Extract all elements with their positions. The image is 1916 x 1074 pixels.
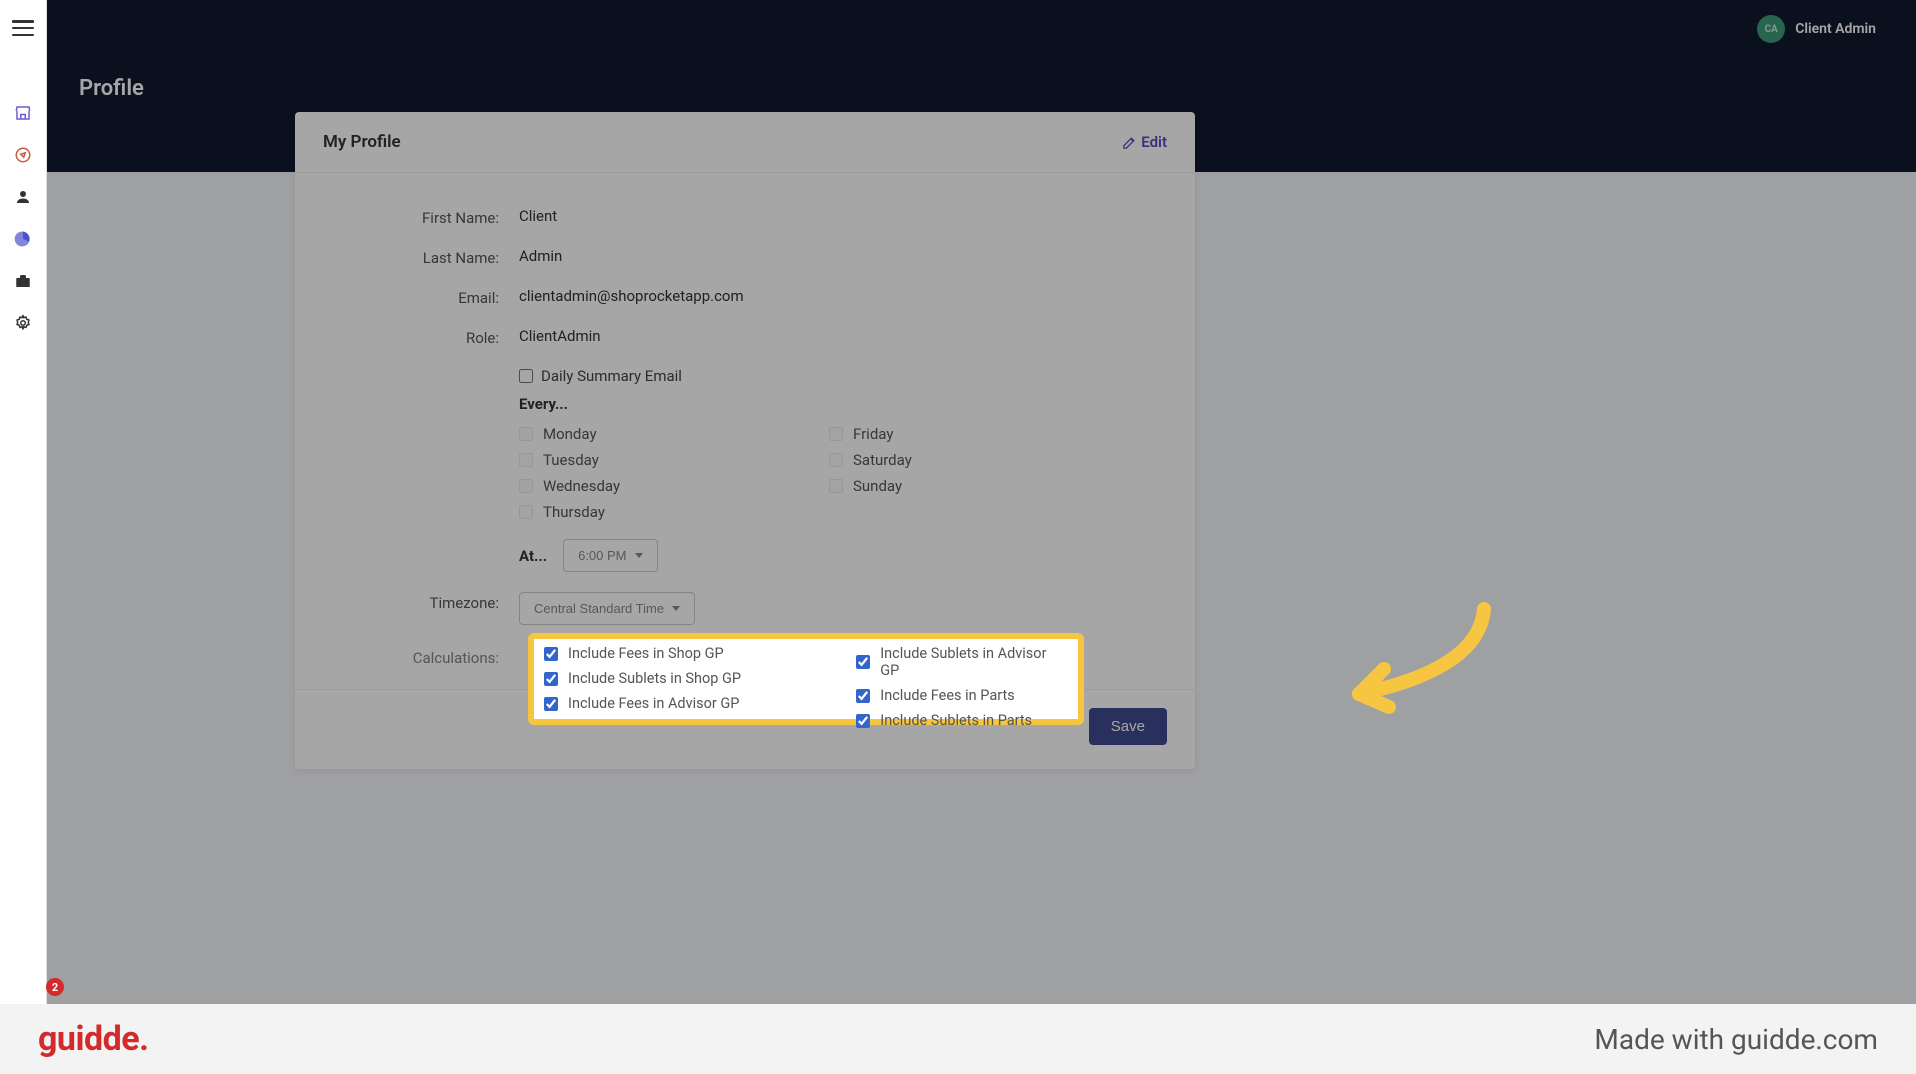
gear-icon[interactable] — [14, 314, 32, 332]
at-label: At... — [519, 547, 547, 565]
timezone-value: Central Standard Time — [534, 601, 664, 616]
timezone-label: Timezone: — [323, 592, 519, 612]
calculations-highlight: Include Fees in Shop GP Include Sublets … — [528, 633, 1084, 725]
calc-label: Include Fees in Parts — [880, 687, 1014, 704]
edit-label: Edit — [1141, 133, 1167, 151]
calc-label: Include Sublets in Shop GP — [568, 670, 741, 687]
calc-sublets-advisor-gp-checkbox[interactable] — [856, 655, 870, 669]
email-value: clientadmin@shoprocketapp.com — [519, 287, 1167, 305]
notification-badge[interactable]: 2 — [46, 978, 64, 996]
wednesday-checkbox[interactable] — [519, 479, 533, 493]
guidde-logo: guidde. — [38, 1019, 148, 1059]
calc-sublets-shop-gp-checkbox[interactable] — [544, 672, 558, 686]
annotation-arrow-icon — [1304, 599, 1504, 729]
calc-label: Include Fees in Shop GP — [568, 645, 724, 662]
chart-pie-icon[interactable] — [14, 230, 32, 248]
compass-icon[interactable] — [14, 146, 32, 164]
edit-button[interactable]: Edit — [1122, 133, 1167, 151]
calculations-label: Calculations: — [323, 647, 519, 667]
monday-checkbox[interactable] — [519, 427, 533, 441]
daily-summary-checkbox[interactable] — [519, 369, 533, 383]
person-icon[interactable] — [14, 188, 32, 206]
store-icon[interactable] — [14, 104, 32, 122]
role-value: ClientAdmin — [519, 327, 1167, 345]
time-value: 6:00 PM — [578, 548, 626, 563]
saturday-checkbox[interactable] — [829, 453, 843, 467]
first-name-label: First Name: — [323, 207, 519, 227]
day-label: Wednesday — [543, 477, 620, 495]
last-name-label: Last Name: — [323, 247, 519, 267]
friday-checkbox[interactable] — [829, 427, 843, 441]
calc-label: Include Sublets in Parts — [880, 712, 1032, 729]
day-label: Saturday — [853, 451, 912, 469]
profile-card: My Profile Edit First Name: Client Last … — [295, 112, 1195, 769]
user-menu[interactable]: CA Client Admin — [1757, 15, 1876, 43]
day-label: Friday — [853, 425, 893, 443]
day-label: Monday — [543, 425, 597, 443]
calc-label: Include Fees in Advisor GP — [568, 695, 739, 712]
last-name-value: Admin — [519, 247, 1167, 265]
guidde-made-with: Made with guidde.com — [1594, 1023, 1878, 1056]
role-label: Role: — [323, 327, 519, 347]
hamburger-menu-icon[interactable] — [12, 20, 34, 36]
calc-label: Include Sublets in Advisor GP — [880, 645, 1068, 679]
thursday-checkbox[interactable] — [519, 505, 533, 519]
day-label: Thursday — [543, 503, 605, 521]
briefcase-icon[interactable] — [14, 272, 32, 290]
page-title: Profile — [79, 58, 1884, 101]
calc-sublets-parts-checkbox[interactable] — [856, 714, 870, 728]
every-label: Every... — [519, 395, 1167, 413]
first-name-value: Client — [519, 207, 1167, 225]
avatar: CA — [1757, 15, 1785, 43]
tuesday-checkbox[interactable] — [519, 453, 533, 467]
daily-summary-label: Daily Summary Email — [541, 367, 682, 385]
sunday-checkbox[interactable] — [829, 479, 843, 493]
email-label: Email: — [323, 287, 519, 307]
day-label: Tuesday — [543, 451, 599, 469]
calc-fees-advisor-gp-checkbox[interactable] — [544, 697, 558, 711]
calc-fees-parts-checkbox[interactable] — [856, 689, 870, 703]
user-name-label: Client Admin — [1795, 21, 1876, 37]
save-button[interactable]: Save — [1089, 708, 1167, 745]
calc-fees-shop-gp-checkbox[interactable] — [544, 647, 558, 661]
guidde-watermark-bar: guidde. Made with guidde.com — [0, 1004, 1916, 1074]
timezone-dropdown[interactable]: Central Standard Time — [519, 592, 695, 625]
card-title: My Profile — [323, 132, 401, 152]
time-dropdown[interactable]: 6:00 PM — [563, 539, 657, 572]
day-label: Sunday — [853, 477, 902, 495]
